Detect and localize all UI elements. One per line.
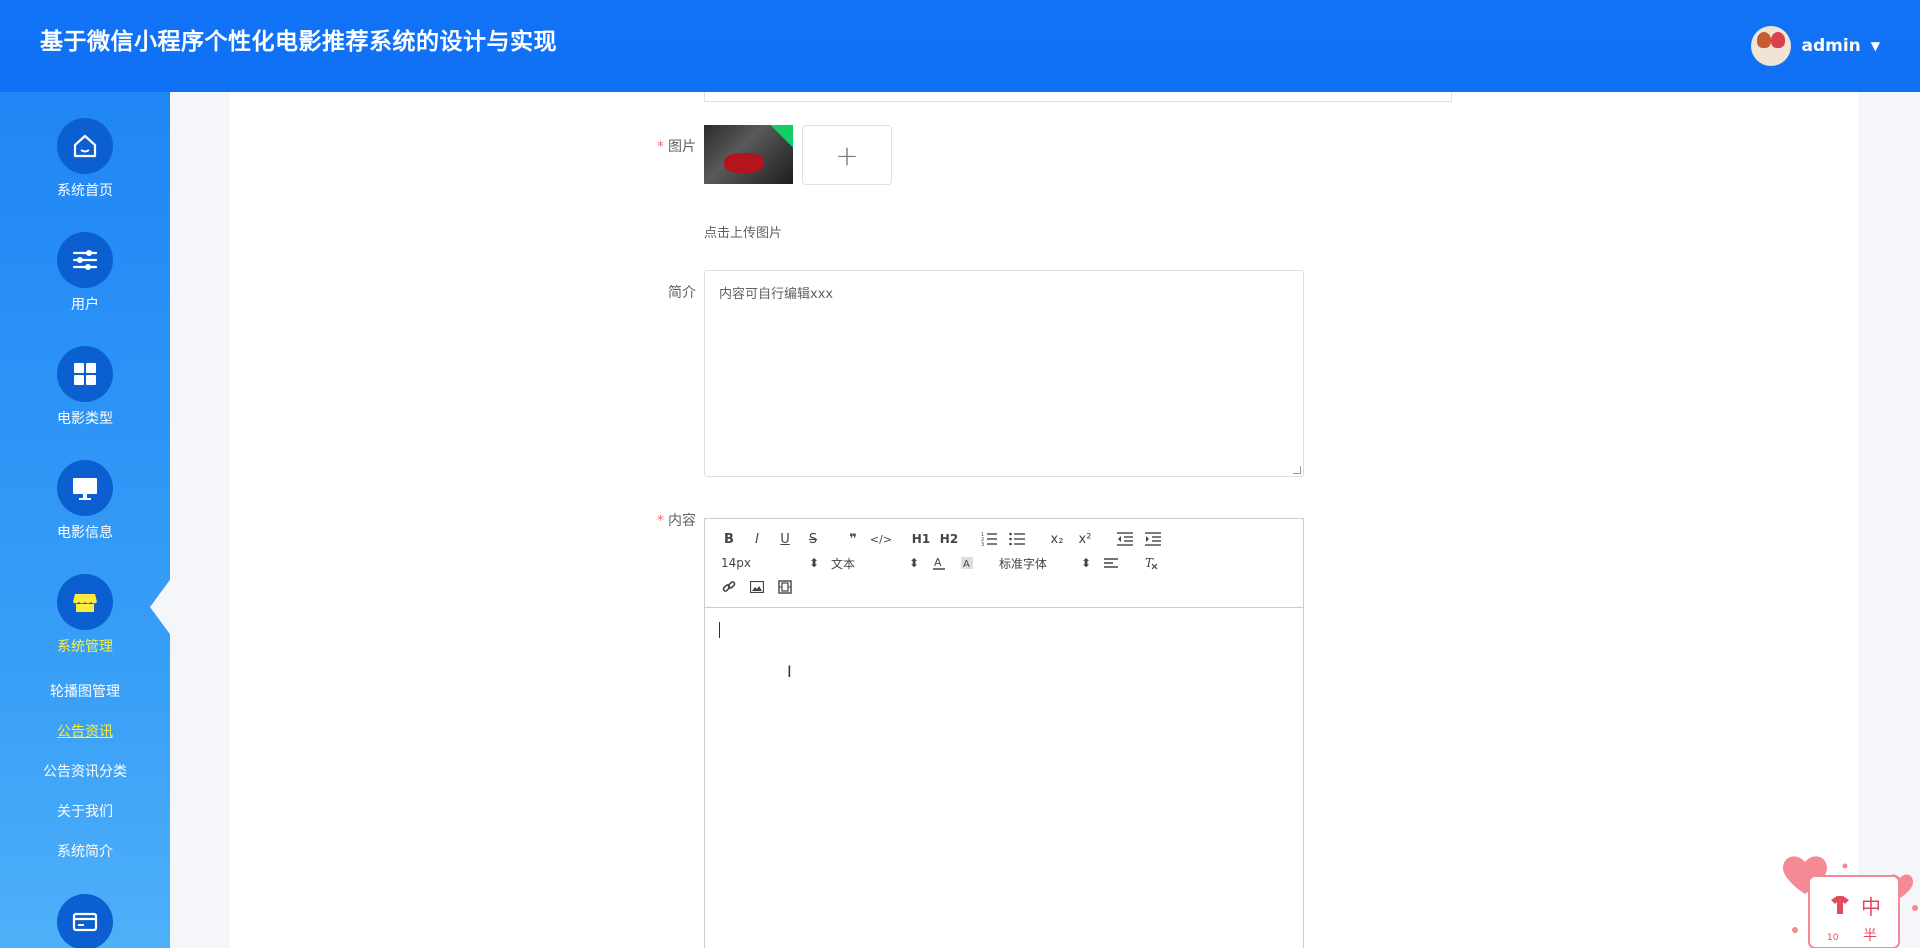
- clear-format-icon[interactable]: T: [1137, 551, 1165, 575]
- sidebar-item-label[interactable]: 系统管理: [0, 636, 170, 656]
- code-block-button[interactable]: </>: [867, 527, 895, 551]
- sidebar-item-users[interactable]: 用户: [0, 232, 170, 314]
- background-color-icon[interactable]: A: [953, 551, 981, 575]
- editor-toolbar: B I U S ❞ </> H1 H2 123 x₂ x² 14px ⬍ 文本 ⬍ …: [705, 519, 1303, 608]
- link-icon[interactable]: [715, 575, 743, 599]
- subitem-news[interactable]: 公告资讯: [0, 721, 170, 741]
- text-cursor: [719, 622, 720, 638]
- mascot-text-1: 中: [1861, 895, 1881, 919]
- sidebar-item-home[interactable]: 系统首页: [0, 118, 170, 200]
- intro-textarea[interactable]: 内容可自行编辑xxx: [704, 270, 1304, 477]
- sidebar-item-system[interactable]: 系统管理: [0, 574, 170, 656]
- caret-down-icon[interactable]: ▼: [1871, 39, 1880, 53]
- text-color-icon[interactable]: A: [925, 551, 953, 575]
- video-icon[interactable]: [771, 575, 799, 599]
- bold-button[interactable]: B: [715, 527, 743, 551]
- mouse-ibeam-icon: I: [787, 662, 792, 681]
- sidebar-item-more[interactable]: [0, 894, 170, 948]
- sidebar-item-movie-info[interactable]: 电影信息: [0, 460, 170, 542]
- subitem-banner[interactable]: 轮播图管理: [0, 681, 170, 701]
- uploaded-image-thumbnail[interactable]: [704, 125, 793, 184]
- underline-button[interactable]: U: [771, 527, 799, 551]
- sidebar: 系统首页 用户 电影类型 电影信息 系统管理 轮播图管理 公告资讯 公告资讯分类…: [0, 92, 170, 948]
- plus-icon: +: [835, 138, 859, 172]
- card-icon[interactable]: [57, 894, 113, 948]
- sliders-icon[interactable]: [57, 232, 113, 288]
- select-arrow-icon: ⬍: [908, 556, 919, 570]
- grid-icon[interactable]: [57, 346, 113, 402]
- resize-handle[interactable]: [1293, 466, 1301, 474]
- select-arrow-icon: ⬍: [808, 556, 819, 570]
- mascot-text-3: 10: [1827, 933, 1839, 943]
- image-label: * 图片: [657, 139, 696, 155]
- previous-field-input[interactable]: [704, 92, 1452, 102]
- intro-value: 内容可自行编辑xxx: [719, 287, 834, 302]
- username[interactable]: admin: [1801, 36, 1860, 56]
- font-size-select[interactable]: 14px ⬍: [715, 556, 825, 570]
- editor-content-area[interactable]: I: [705, 608, 1303, 948]
- mascot-text-2: 半: [1863, 928, 1877, 944]
- ordered-list-icon[interactable]: 123: [975, 527, 1003, 551]
- align-left-icon[interactable]: [1097, 551, 1125, 575]
- sidebar-item-movie-types[interactable]: 电影类型: [0, 346, 170, 428]
- avatar[interactable]: [1751, 26, 1792, 66]
- shop-icon[interactable]: [57, 574, 113, 630]
- subitem-intro[interactable]: 系统简介: [0, 841, 170, 861]
- font-family-select[interactable]: 标准字体 ⬍: [993, 555, 1097, 572]
- svg-text:A: A: [934, 556, 942, 569]
- h1-button[interactable]: H1: [907, 527, 935, 551]
- upload-success-badge: [770, 125, 793, 148]
- select-arrow-icon: ⬍: [1080, 556, 1091, 570]
- content-label: * 内容: [657, 513, 696, 529]
- active-indicator: [150, 577, 172, 637]
- sidebar-item-label[interactable]: 用户: [0, 294, 170, 314]
- sidebar-item-label[interactable]: 系统首页: [0, 180, 170, 200]
- bullet-list-icon[interactable]: [1003, 527, 1031, 551]
- subitem-news-category[interactable]: 公告资讯分类: [0, 761, 170, 781]
- user-menu[interactable]: admin ▼: [1751, 26, 1880, 66]
- strike-button[interactable]: S: [799, 527, 827, 551]
- sidebar-item-label[interactable]: 电影信息: [0, 522, 170, 542]
- rich-text-editor[interactable]: B I U S ❞ </> H1 H2 123 x₂ x² 14px ⬍ 文本 ⬍ …: [704, 518, 1304, 948]
- svg-text:A: A: [963, 559, 970, 570]
- subitem-about[interactable]: 关于我们: [0, 801, 170, 821]
- top-bar: 基于微信小程序个性化电影推荐系统的设计与实现 admin ▼: [0, 0, 1920, 92]
- monitor-icon[interactable]: [57, 460, 113, 516]
- outdent-icon[interactable]: [1111, 527, 1139, 551]
- app-title: 基于微信小程序个性化电影推荐系统的设计与实现: [40, 29, 557, 55]
- sidebar-item-label[interactable]: 电影类型: [0, 408, 170, 428]
- subscript-button[interactable]: x₂: [1043, 527, 1071, 551]
- italic-button[interactable]: I: [743, 527, 771, 551]
- superscript-button[interactable]: x²: [1071, 527, 1099, 551]
- image-icon[interactable]: [743, 575, 771, 599]
- indent-icon[interactable]: [1139, 527, 1167, 551]
- upload-hint: 点击上传图片: [704, 226, 783, 241]
- home-icon[interactable]: [57, 118, 113, 174]
- blockquote-button[interactable]: ❞: [839, 527, 867, 551]
- intro-label: 简介: [668, 285, 696, 301]
- block-type-select[interactable]: 文本 ⬍: [825, 555, 925, 572]
- h2-button[interactable]: H2: [935, 527, 963, 551]
- svg-text:3: 3: [981, 542, 984, 546]
- upload-button[interactable]: +: [802, 125, 892, 185]
- mascot-decoration: 中 半 10: [1775, 852, 1920, 948]
